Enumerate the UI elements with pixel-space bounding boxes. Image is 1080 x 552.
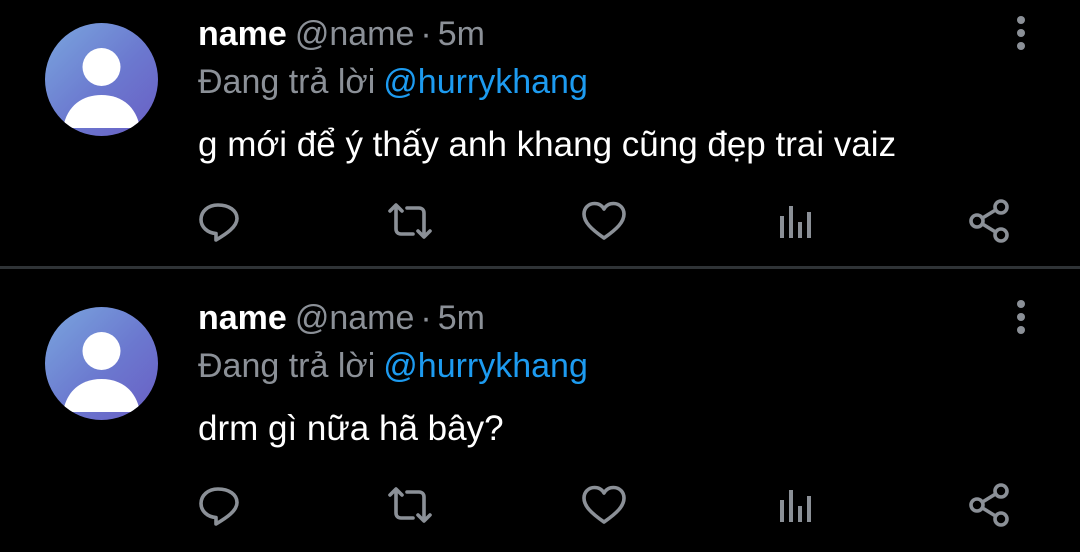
retweet-button[interactable] [385,480,435,530]
user-handle[interactable]: @name [295,299,415,337]
reply-button[interactable] [194,480,244,530]
mention-link[interactable]: @hurrykhang [383,63,588,101]
more-vertical-icon[interactable] [1004,298,1038,338]
analytics-button[interactable] [772,196,822,246]
analytics-icon [780,490,811,522]
heart-icon [582,485,626,524]
tweet-header: name @name · 5m [198,12,485,56]
share-button[interactable] [965,480,1015,530]
avatar[interactable] [45,307,158,420]
replying-to-line: Đang trả lời @hurrykhang [198,60,588,104]
tweet-text: drm gì nữa hã bây? [198,409,504,448]
default-profile-icon [63,332,140,412]
share-icon [969,199,1009,243]
share-button[interactable] [965,196,1015,246]
more-vertical-icon[interactable] [1004,14,1038,54]
analytics-button[interactable] [772,480,822,530]
display-name[interactable]: name [198,15,287,53]
analytics-icon [780,206,811,238]
tweet-text: g mới để ý thấy anh khang cũng đẹp trai … [198,125,897,164]
replying-to-label: Đang trả lời [198,347,376,385]
default-profile-icon [63,48,140,128]
tweet-divider [0,266,1080,269]
reply-button[interactable] [194,196,244,246]
avatar[interactable] [45,23,158,136]
reply-icon [199,487,239,526]
retweet-icon [388,487,432,523]
separator-dot: · [420,15,432,53]
timestamp[interactable]: 5m [438,15,485,53]
heart-icon [582,201,626,240]
share-icon [969,483,1009,527]
like-button[interactable] [579,196,629,246]
reply-icon [199,203,239,242]
tweet-header: name @name · 5m [198,296,485,340]
timestamp[interactable]: 5m [438,299,485,337]
like-button[interactable] [579,480,629,530]
mention-link[interactable]: @hurrykhang [383,347,588,385]
reply-feed: name @name · 5m Đang trả lời @hurrykhang g m… [0,0,1080,552]
tweet[interactable]: name @name · 5m Đang trả lời @hurrykhang g m… [0,0,1080,266]
user-handle[interactable]: @name [295,15,415,53]
retweet-button[interactable] [385,196,435,246]
tweet[interactable]: name @name · 5m Đang trả lời @hurrykhang drm… [0,284,1080,550]
separator-dot: · [420,299,432,337]
retweet-icon [388,203,432,239]
replying-to-line: Đang trả lời @hurrykhang [198,344,588,388]
display-name[interactable]: name [198,299,287,337]
replying-to-label: Đang trả lời [198,63,376,101]
